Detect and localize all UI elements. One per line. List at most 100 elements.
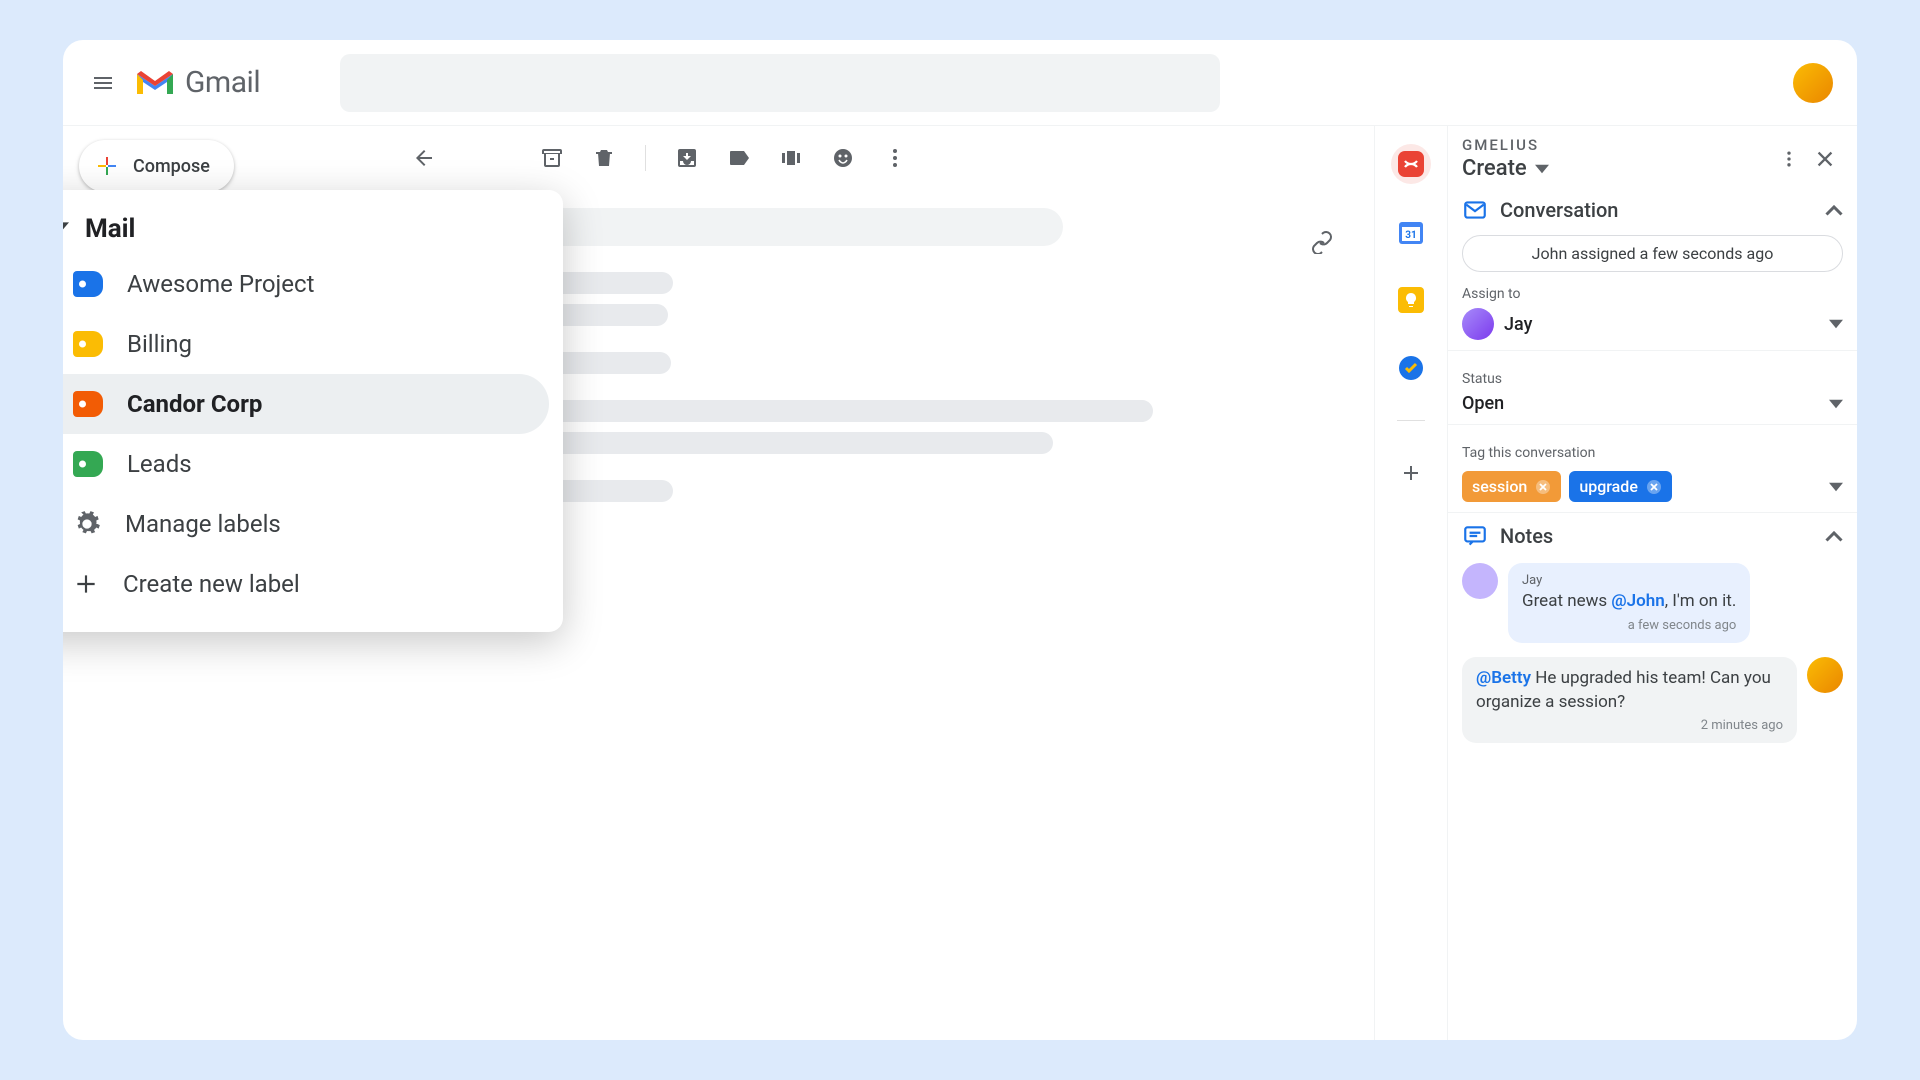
- hamburger-icon: [91, 71, 115, 95]
- archive-icon: [540, 146, 564, 170]
- label-text: Billing: [127, 330, 192, 358]
- notes-section: Notes Jay Great news @John, I'm on it. a…: [1448, 513, 1857, 753]
- more-ext-button[interactable]: [830, 145, 856, 171]
- inbox-down-icon: [675, 146, 699, 170]
- snooze-button[interactable]: [778, 145, 804, 171]
- tag-label: Tag this conversation: [1462, 445, 1843, 461]
- move-to-inbox-button[interactable]: [674, 145, 700, 171]
- back-button[interactable]: [411, 145, 437, 171]
- label-text: Awesome Project: [127, 270, 314, 298]
- tasks-icon: [1398, 355, 1424, 381]
- gear-icon: [73, 510, 101, 538]
- panel-brand: GMELIUS: [1462, 136, 1771, 154]
- conversation-title: Conversation: [1500, 198, 1813, 222]
- label-icon: [73, 271, 103, 297]
- keep-icon: [1398, 287, 1424, 313]
- assign-dropdown[interactable]: Jay: [1462, 308, 1843, 340]
- globe-icon: [831, 146, 855, 170]
- svg-text:31: 31: [1405, 230, 1416, 241]
- delete-button[interactable]: [591, 145, 617, 171]
- gmelius-icon: [1398, 151, 1424, 177]
- more-button[interactable]: [882, 145, 908, 171]
- tag-session[interactable]: session: [1462, 471, 1561, 502]
- chat-icon: [1462, 523, 1488, 549]
- panel-more-button[interactable]: [1771, 141, 1807, 177]
- conversation-header[interactable]: Conversation: [1462, 197, 1843, 223]
- note-item: Jay Great news @John, I'm on it. a few s…: [1462, 563, 1843, 643]
- caret-down-icon: [1829, 397, 1843, 411]
- chevron-up-icon: [1825, 527, 1843, 545]
- caret-down-icon[interactable]: [1829, 480, 1843, 494]
- search-input[interactable]: [340, 54, 1220, 112]
- caret-down-icon: [1535, 162, 1549, 176]
- notes-header[interactable]: Notes: [1462, 523, 1843, 549]
- top-bar: Gmail: [63, 40, 1857, 126]
- popover-heading-row[interactable]: Mail: [63, 204, 563, 254]
- remove-tag-icon[interactable]: [1646, 479, 1662, 495]
- chevron-up-icon: [1825, 201, 1843, 219]
- status-label: Status: [1462, 371, 1843, 387]
- gmelius-panel: GMELIUS Create Conversation John assigne…: [1447, 126, 1857, 1040]
- assign-label: Assign to: [1462, 286, 1843, 302]
- tag-upgrade[interactable]: upgrade: [1569, 471, 1672, 502]
- popover-heading: Mail: [85, 214, 135, 244]
- status-section: Status Open: [1448, 351, 1857, 425]
- rail-keep[interactable]: [1391, 280, 1431, 320]
- note-bubble: Jay Great news @John, I'm on it. a few s…: [1508, 563, 1750, 643]
- manage-labels-label: Manage labels: [125, 510, 281, 538]
- account-avatar[interactable]: [1793, 63, 1833, 103]
- note-author: Jay: [1522, 573, 1736, 588]
- rail-gmelius[interactable]: [1391, 144, 1431, 184]
- tag-row[interactable]: session upgrade: [1462, 471, 1843, 502]
- create-label-item[interactable]: Create new label: [63, 554, 549, 614]
- label-item-leads[interactable]: Leads: [63, 434, 549, 494]
- rail-calendar[interactable]: 31: [1391, 212, 1431, 252]
- calendar-icon: 31: [1398, 219, 1424, 245]
- panel-create-dropdown[interactable]: Create: [1462, 156, 1771, 181]
- plus-icon: [1399, 461, 1423, 485]
- create-label-label: Create new label: [123, 570, 300, 598]
- compose-button[interactable]: Compose: [79, 140, 234, 192]
- note-time: a few seconds ago: [1522, 618, 1736, 633]
- label-icon: [73, 391, 103, 417]
- label-text: Candor Corp: [127, 390, 262, 418]
- archive-button[interactable]: [539, 145, 565, 171]
- manage-labels-item[interactable]: Manage labels: [63, 494, 549, 554]
- mail-outline-icon: [1462, 197, 1488, 223]
- label-icon: [73, 331, 103, 357]
- rail-tasks[interactable]: [1391, 348, 1431, 388]
- label-button[interactable]: [726, 145, 752, 171]
- activity-chip: John assigned a few seconds ago: [1462, 235, 1843, 272]
- note-avatar: [1462, 563, 1498, 599]
- caret-down-icon: [1829, 317, 1843, 331]
- notes-title: Notes: [1500, 524, 1813, 548]
- main-menu-button[interactable]: [79, 59, 127, 107]
- remove-tag-icon[interactable]: [1535, 479, 1551, 495]
- gmail-logo-icon: [133, 66, 177, 100]
- label-icon: [73, 451, 103, 477]
- plus-multicolor-icon: [95, 154, 119, 178]
- app-window: Gmail Compose: [63, 40, 1857, 1040]
- more-vert-icon: [1779, 149, 1799, 169]
- label-item-billing[interactable]: Billing: [63, 314, 549, 374]
- mail-toolbar: [393, 126, 1374, 190]
- note-text: @Betty He upgraded his team! Can you org…: [1476, 667, 1783, 715]
- note-bubble: @Betty He upgraded his team! Can you org…: [1462, 657, 1797, 744]
- label-item-candor-corp[interactable]: Candor Corp: [63, 374, 549, 434]
- tag-section: Tag this conversation session upgrade: [1448, 425, 1857, 513]
- status-dropdown[interactable]: Open: [1462, 393, 1843, 414]
- panel-header: GMELIUS Create: [1448, 126, 1857, 187]
- assignee-name: Jay: [1504, 314, 1819, 335]
- note-item: @Betty He upgraded his team! Can you org…: [1462, 657, 1843, 744]
- compose-label: Compose: [133, 156, 210, 177]
- label-item-awesome-project[interactable]: Awesome Project: [63, 254, 549, 314]
- panel-close-button[interactable]: [1807, 141, 1843, 177]
- note-time: 2 minutes ago: [1476, 718, 1783, 733]
- rail-add-app[interactable]: [1391, 453, 1431, 493]
- trash-icon: [592, 146, 616, 170]
- side-app-rail: 31: [1375, 126, 1447, 1040]
- label-icon: [727, 146, 751, 170]
- gmail-logo[interactable]: Gmail: [133, 65, 260, 100]
- copy-link-button[interactable]: [1310, 230, 1334, 258]
- caret-down-icon: [63, 219, 69, 239]
